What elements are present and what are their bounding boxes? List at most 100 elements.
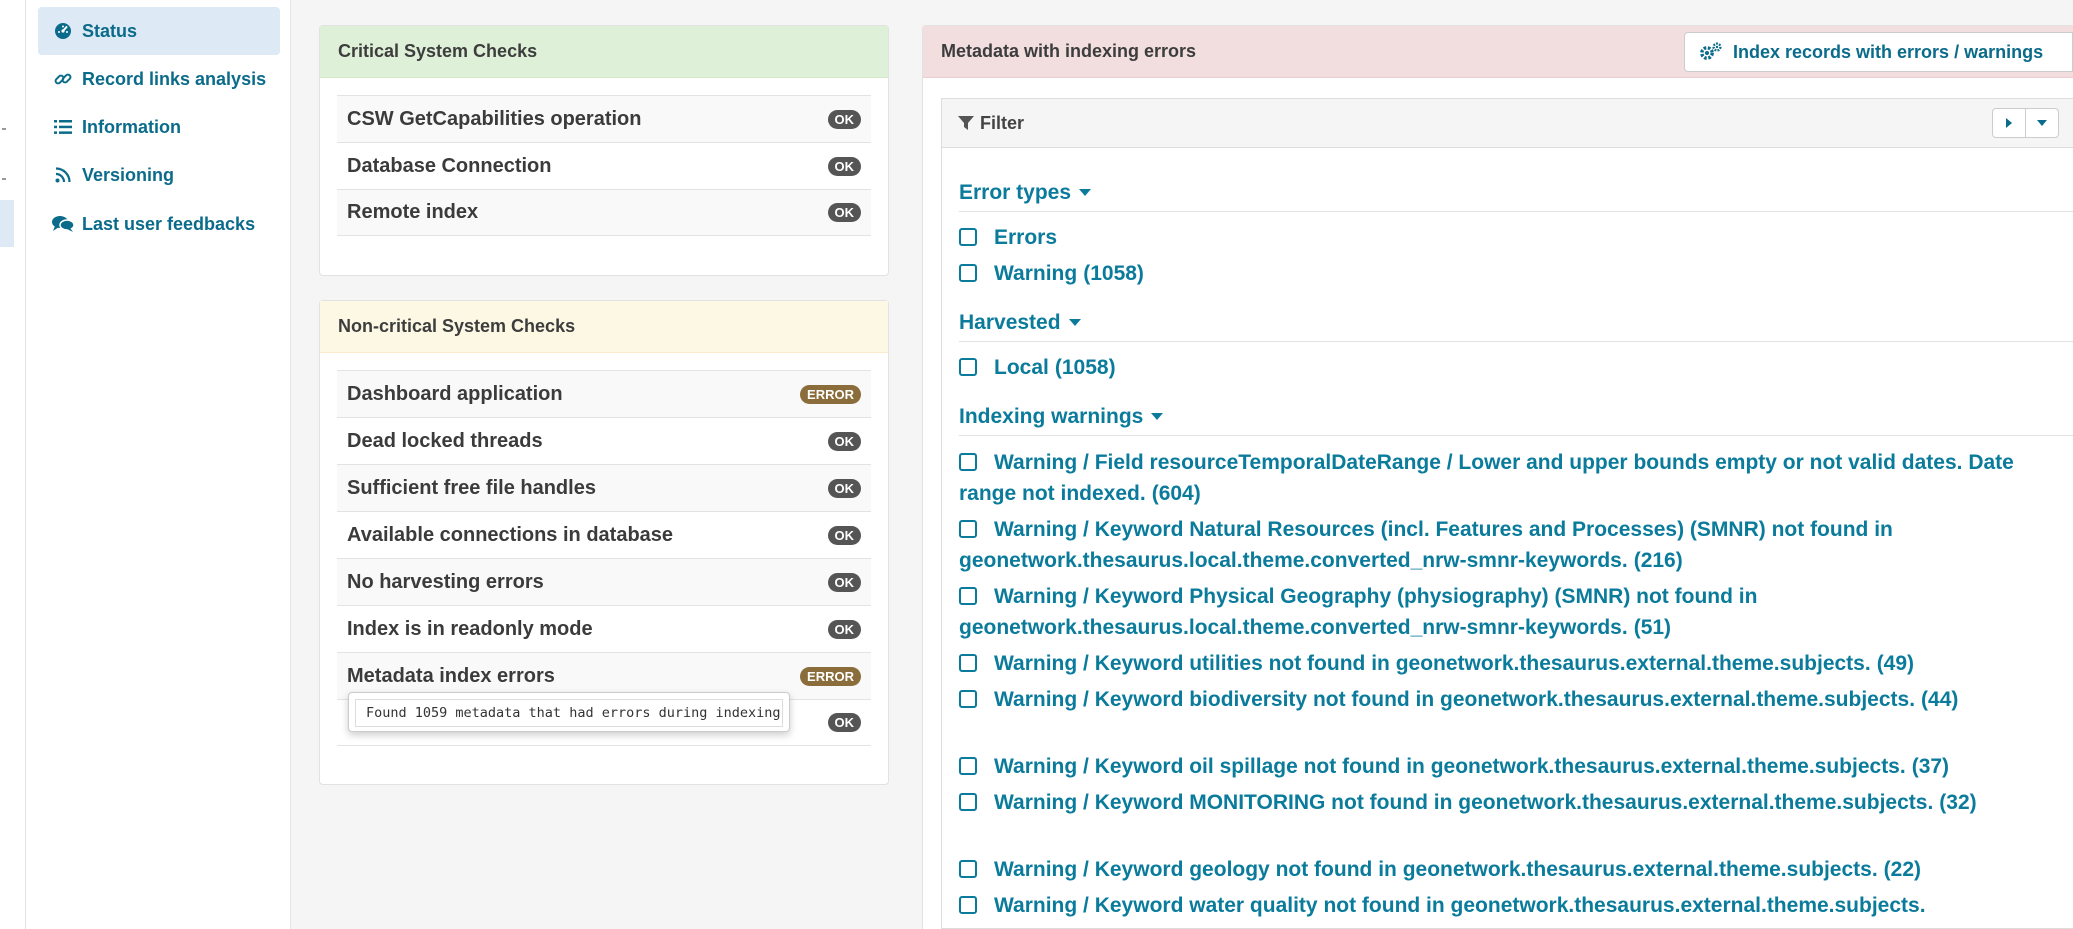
facet-item[interactable]: Warning (1058) (959, 258, 2059, 289)
facet-item-count: (1058) (1083, 262, 1144, 285)
checkbox[interactable] (959, 264, 977, 282)
status-badge: OK (827, 525, 861, 545)
facet-item-label: Local (994, 356, 1049, 379)
caret-down-icon (1079, 189, 1092, 196)
checkbox[interactable] (959, 358, 977, 376)
facet-item[interactable]: Warning / Keyword Natural Resources (inc… (959, 514, 2059, 576)
critical-checks-list: CSW GetCapabilities operation OK Databas… (337, 95, 871, 236)
check-label: Index is in readonly mode (347, 617, 593, 640)
filter-label: Filter (980, 112, 1025, 133)
check-row: Remote index OK (337, 189, 871, 236)
check-row: Database Connection OK (337, 142, 871, 189)
nav-item-status[interactable]: Status (38, 7, 280, 55)
status-badge: OK (827, 478, 861, 498)
status-badge[interactable]: ERROR (800, 384, 861, 404)
facet-item[interactable]: Warning / Keyword utilities not found in… (959, 648, 2059, 679)
status-badge: OK (827, 619, 861, 639)
nav-item-label: Versioning (82, 164, 175, 185)
status-badge[interactable]: ERROR (800, 666, 861, 686)
check-row: CSW GetCapabilities operation OK (337, 95, 871, 142)
facet-title-error-types[interactable]: Error types (959, 174, 2073, 212)
index-records-button-label: Index records with errors / warnings (1733, 41, 2044, 62)
facet-item-count: (604) (1151, 482, 1201, 505)
checkbox[interactable] (959, 690, 977, 708)
caret-right-icon (2005, 117, 2013, 129)
status-badge: OK (827, 156, 861, 176)
checkbox[interactable] (959, 896, 977, 914)
filter-menu-button[interactable] (2025, 108, 2059, 138)
filter-expand-button[interactable] (1992, 108, 2026, 138)
check-label: Database Connection (347, 154, 552, 177)
caret-down-icon (1151, 413, 1164, 420)
facet-item[interactable]: Local (1058) (959, 352, 2059, 383)
nav-item-record-links-analysis[interactable]: Record links analysis (38, 55, 280, 103)
facet-item[interactable]: Warning / Keyword geology not found in g… (959, 854, 2059, 885)
facet-item-count: (49) (1876, 652, 1915, 675)
facet-item-label: Warning / Keyword biodiversity not found… (994, 688, 1916, 711)
facet-title-label: Harvested (959, 310, 1061, 334)
status-badge: OK (827, 713, 861, 732)
facet-item[interactable]: Warning / Keyword oil spillage not found… (959, 751, 2059, 782)
facet-item[interactable]: Warning / Keyword MONITORING not found i… (959, 787, 2059, 818)
check-label: Remote index (347, 201, 479, 223)
check-label: Sufficient free file handles (347, 476, 596, 499)
checkbox[interactable] (959, 757, 977, 775)
check-label: Available connections in database (347, 523, 674, 546)
nav-item-versioning[interactable]: Versioning (38, 151, 280, 199)
facet-item[interactable]: Warning / Keyword water quality not foun… (959, 890, 2059, 921)
critical-checks-panel: Critical System Checks CSW GetCapabiliti… (319, 25, 889, 276)
filter-icon (958, 115, 980, 131)
link-icon (52, 68, 74, 90)
status-badge: OK (827, 431, 861, 451)
facet-item[interactable]: Warning / Field resourceTemporalDateRang… (959, 447, 2059, 509)
facet-item[interactable]: Warning / Keyword Physical Geography (ph… (959, 581, 2059, 643)
checkbox[interactable] (959, 228, 977, 246)
check-label: CSW GetCapabilities operation (347, 107, 642, 130)
check-label: No harvesting errors (347, 570, 544, 593)
facet-item-count: (37) (1911, 755, 1950, 778)
rss-icon (52, 164, 74, 186)
check-row: Index is in readonly mode OK (337, 605, 871, 652)
check-row: Available connections in database OK (337, 511, 871, 558)
facet-item-label: Errors (994, 226, 1058, 249)
filter-header: Filter (942, 99, 2073, 148)
check-label: Metadata index errors (347, 664, 555, 687)
check-row: No harvesting errors OK (337, 558, 871, 605)
facet-item[interactable]: Warning / Keyword biodiversity not found… (959, 684, 2059, 715)
checkbox[interactable] (959, 793, 977, 811)
collapsed-sidebar (0, 0, 26, 929)
noncritical-checks-list: Dashboard application ERROR Dead locked … (337, 370, 871, 746)
nav-item-label: Record links analysis (82, 68, 267, 89)
list-icon (52, 116, 74, 138)
facet-title-harvested[interactable]: Harvested (959, 304, 2073, 342)
facet-item-label: Warning / Keyword water quality not foun… (994, 894, 1926, 917)
collapsed-sidebar-active-item[interactable] (0, 200, 14, 247)
checkbox[interactable] (959, 520, 977, 538)
status-badge: OK (827, 572, 861, 592)
panel-title: Critical System Checks (320, 26, 888, 78)
nav-item-last-user-feedbacks[interactable]: Last user feedbacks (38, 200, 280, 248)
facet-title-label: Error types (959, 180, 1072, 204)
check-row: Sufficient free file handles OK (337, 464, 871, 511)
facet-item-label: Warning / Keyword oil spillage not found… (994, 755, 1906, 778)
caret-down-icon (1068, 319, 1081, 326)
check-row: Dead locked threads OK (337, 417, 871, 464)
facet-title-label: Indexing warnings (959, 404, 1144, 428)
check-label: Dead locked threads (347, 429, 543, 452)
index-records-button[interactable]: Index records with errors / warnings (1684, 32, 2073, 72)
checkbox[interactable] (959, 453, 977, 471)
checkbox[interactable] (959, 860, 977, 878)
facet-title-indexing-warnings[interactable]: Indexing warnings (959, 398, 2073, 436)
checkbox[interactable] (959, 587, 977, 605)
status-badge: OK (827, 203, 861, 222)
nav-item-information[interactable]: Information (38, 103, 280, 151)
facet-item-count: (44) (1921, 688, 1959, 711)
facet-item[interactable]: Errors (959, 222, 2059, 253)
nav-item-label: Information (82, 116, 181, 137)
facet-item-count: (216) (1633, 549, 1683, 572)
tooltip-text: Found 1059 metadata that had errors duri… (355, 699, 783, 727)
admin-status-nav: Status Record links analysis Information… (26, 0, 291, 929)
caret-down-icon (2036, 119, 2048, 127)
facet-item-label: Warning / Keyword Natural Resources (inc… (959, 518, 1893, 572)
checkbox[interactable] (959, 654, 977, 672)
